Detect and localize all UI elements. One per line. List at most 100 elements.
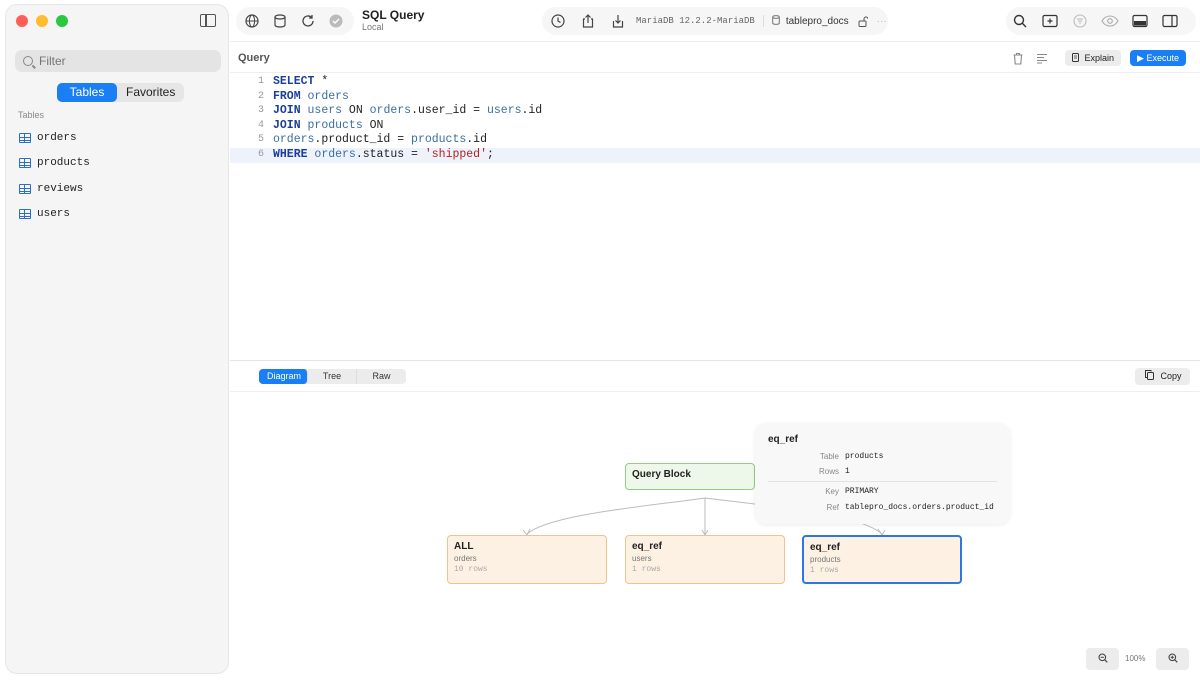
execute-button-label: Execute (1146, 53, 1179, 63)
globe-icon[interactable] (240, 9, 264, 33)
connection-pill: MariaDB 12.2.2-MariaDB tablepro_docs ··· (542, 7, 888, 35)
node-rows: 1 rows (632, 565, 661, 574)
tab-diagram[interactable]: Diagram (259, 369, 308, 384)
share-icon[interactable] (576, 9, 600, 33)
trash-icon[interactable] (1006, 46, 1030, 70)
node-table: products (810, 555, 841, 564)
code-line: 3 JOIN users ON orders.user_id = users.i… (230, 104, 1200, 119)
explain-button-label: Explain (1084, 53, 1115, 63)
inspector-panel-icon[interactable] (1158, 9, 1182, 33)
execute-button[interactable]: ▶ Execute (1130, 50, 1186, 66)
zoom-out-button[interactable] (1086, 648, 1119, 670)
node-tooltip: eq_ref Table products Rows 1 Key PRIMARY… (755, 423, 1010, 524)
sidebar-item-orders[interactable]: orders (19, 125, 90, 151)
node-rows: 1 rows (810, 566, 839, 575)
plan-node-orders[interactable]: ALL orders 10 rows (447, 535, 607, 584)
line-number: 2 (257, 90, 264, 102)
tab-raw[interactable]: Raw (357, 369, 406, 384)
tooltip-key: Ref (826, 503, 839, 512)
node-title: Query Block (632, 469, 691, 480)
code-text: FROM orders (273, 89, 349, 103)
table-name: users (37, 208, 71, 221)
table-name: products (37, 157, 90, 170)
eye-icon[interactable] (1098, 9, 1122, 33)
connection-label: MariaDB 12.2.2-MariaDB (636, 16, 755, 26)
line-number: 4 (257, 119, 264, 131)
filter-list-icon[interactable] (1068, 9, 1092, 33)
node-access-type: eq_ref (632, 541, 663, 552)
query-block-node[interactable]: Query Block (625, 463, 755, 490)
code-text: orders.product_id = products.id (273, 133, 487, 147)
new-tab-icon[interactable] (1038, 9, 1062, 33)
format-icon[interactable] (1030, 46, 1054, 70)
table-icon (19, 132, 31, 143)
results-tab-bar: Diagram Tree Raw Copy (230, 360, 1200, 392)
filter-input[interactable] (39, 54, 209, 68)
sidebar-item-reviews[interactable]: reviews (19, 176, 90, 202)
history-icon[interactable] (546, 9, 570, 33)
query-label: Query (238, 52, 270, 64)
database-icon[interactable] (268, 9, 292, 33)
line-number: 6 (257, 149, 264, 160)
page-subtitle: Local (362, 22, 384, 32)
search-icon[interactable] (1008, 9, 1032, 33)
window-controls (16, 15, 68, 27)
tooltip-row-ref: Ref tablepro_docs.orders.product_id (755, 503, 1010, 515)
sidebar-item-users[interactable]: users (19, 202, 90, 228)
tab-tables[interactable]: Tables (57, 83, 117, 102)
code-text: WHERE orders.status = 'shipped'; (273, 148, 494, 161)
results-panel-icon[interactable] (1128, 9, 1152, 33)
lock-open-icon[interactable] (855, 9, 871, 33)
code-text: JOIN users ON orders.user_id = users.id (273, 104, 543, 118)
play-icon: ▶ (1137, 53, 1144, 63)
copy-button-label: Copy (1160, 371, 1182, 381)
database-small-icon (772, 15, 780, 27)
zoom-out-icon (1097, 652, 1108, 666)
line-number: 5 (257, 134, 264, 146)
sidebar-item-products[interactable]: products (19, 151, 90, 177)
plan-node-users[interactable]: eq_ref users 1 rows (625, 535, 785, 584)
code-line: 1 SELECT * (230, 75, 1200, 90)
table-name: orders (37, 131, 77, 144)
node-table: users (632, 554, 652, 563)
tooltip-value: 1 (845, 467, 850, 476)
more-icon[interactable]: ··· (877, 16, 887, 27)
node-access-type: ALL (454, 541, 474, 552)
zoom-in-icon (1167, 652, 1178, 666)
node-access-type: eq_ref (810, 542, 841, 553)
table-icon (19, 209, 31, 220)
toolbar-right-group (1006, 7, 1196, 35)
explain-diagram[interactable]: Query Block ALL orders 10 rows eq_ref us… (230, 392, 1200, 680)
tooltip-key: Rows (818, 467, 839, 476)
minimize-window-button[interactable] (36, 15, 48, 27)
zoom-in-button[interactable] (1156, 648, 1189, 670)
close-window-button[interactable] (16, 15, 28, 27)
table-icon (19, 158, 31, 169)
sidebar-toggle-icon[interactable] (200, 14, 216, 27)
search-icon (23, 56, 33, 66)
copy-icon (1145, 370, 1161, 381)
tab-favorites[interactable]: Favorites (117, 83, 184, 102)
download-icon[interactable] (606, 9, 630, 33)
refresh-icon[interactable] (296, 9, 320, 33)
sql-editor[interactable]: 1 SELECT * 2 FROM orders 3 JOIN users ON… (230, 74, 1200, 360)
checkmark-icon[interactable] (324, 9, 348, 33)
explain-button[interactable]: Explain (1065, 50, 1122, 66)
tab-tree[interactable]: Tree (308, 369, 357, 384)
copy-button[interactable]: Copy (1135, 368, 1190, 385)
tooltip-value: PRIMARY (845, 487, 879, 496)
database-name[interactable]: tablepro_docs (786, 16, 849, 27)
edge-to-orders (526, 497, 706, 535)
line-number: 3 (257, 105, 264, 117)
zoom-window-button[interactable] (56, 15, 68, 27)
node-rows: 10 rows (454, 565, 488, 574)
code-line-current: 6 WHERE orders.status = 'shipped'; (230, 148, 1200, 163)
query-header: Query Explain ▶ Execute (230, 41, 1200, 73)
divider (762, 15, 764, 27)
filter-field[interactable] (15, 50, 221, 72)
plan-node-products[interactable]: eq_ref products 1 rows (802, 535, 962, 584)
top-toolbar: SQL Query Local MariaDB 12.2.2-MariaDB t… (230, 0, 1200, 41)
window-title: SQL Query Local (362, 8, 424, 32)
tooltip-row-table: Table products (755, 452, 1010, 464)
tooltip-row-key: Key PRIMARY (755, 487, 1010, 499)
